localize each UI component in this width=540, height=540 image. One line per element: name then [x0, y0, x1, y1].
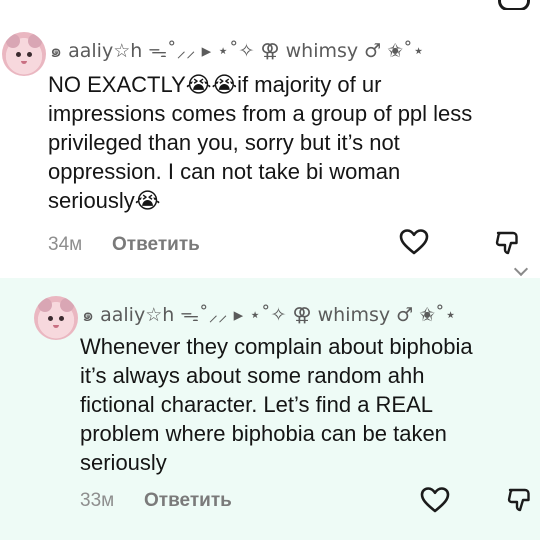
avatar[interactable] — [2, 32, 46, 76]
thumbs-down-outline-icon[interactable] — [506, 486, 534, 514]
comment-1: ๑ aaliy☆h ᯓ˚⸝⸝ ▸ ⋆˚✧ ⚢ whimsy ♂ ✬˚⋆ NO E… — [0, 28, 540, 277]
comment-2-reply: ๑ aaliy☆h ᯓ˚⸝⸝ ▸ ⋆˚✧ ⚢ whimsy ♂ ✬˚⋆ When… — [0, 278, 540, 540]
heart-outline-icon[interactable] — [420, 486, 450, 514]
heart-outline-icon[interactable] — [399, 228, 429, 256]
thumbs-down-outline-icon[interactable] — [494, 229, 522, 257]
reply-button[interactable]: Ответить — [112, 234, 200, 256]
username[interactable]: ๑ aaliy☆h ᯓ˚⸝⸝ ▸ ⋆˚✧ ⚢ whimsy ♂ ✬˚⋆ — [82, 300, 457, 330]
comment-time: 34м — [48, 234, 83, 255]
username[interactable]: ๑ aaliy☆h ᯓ˚⸝⸝ ▸ ⋆˚✧ ⚢ whimsy ♂ ✬˚⋆ — [50, 36, 425, 66]
previous-comment-clip: ­ — [0, 0, 540, 10]
avatar[interactable] — [34, 296, 78, 340]
previous-meta-clipped: ­ — [40, 0, 47, 9]
comment-text: NO EXACTLY😭😭if majority of ur impression… — [48, 72, 473, 213]
comment-text: Whenever they complain about biphobia it… — [80, 334, 473, 475]
chevron-down-icon[interactable] — [513, 261, 529, 277]
reply-button[interactable]: Ответить — [144, 490, 232, 512]
previous-icon-clipped — [498, 0, 530, 10]
comment-time: 33м — [80, 490, 115, 511]
